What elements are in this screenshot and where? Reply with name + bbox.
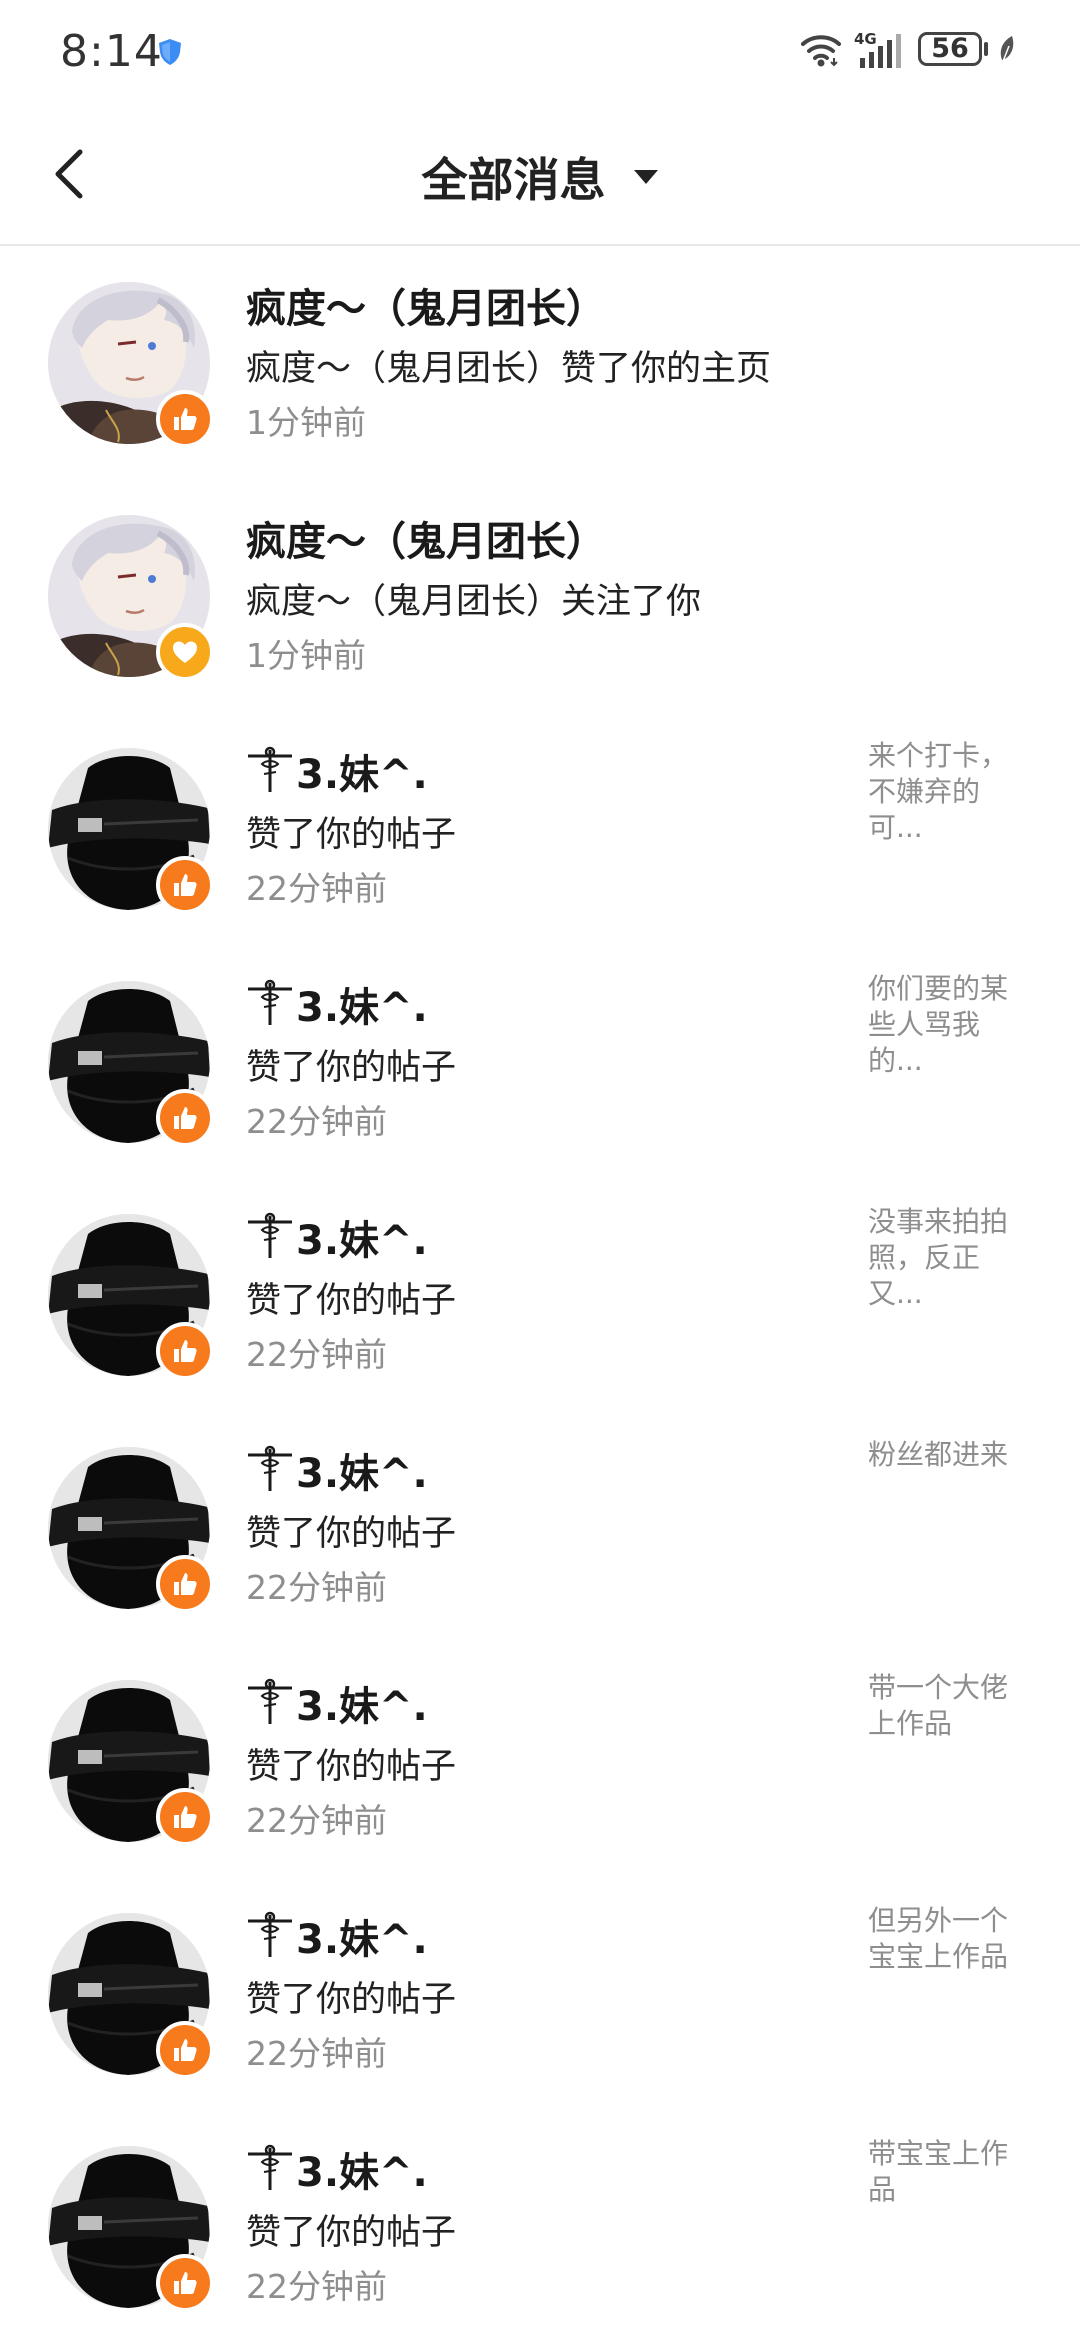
like-icon (174, 1340, 197, 1362)
user-name-text: 疯度～（鬼月团长） (246, 519, 606, 565)
notification-item[interactable]: 疯度～（鬼月团长） 疯度～（鬼月团长）赞了你的主页 1分钟前 (0, 246, 1080, 479)
like-icon (174, 1573, 197, 1595)
like-icon (174, 2272, 197, 2294)
notification-action: 赞了你的帖子 (246, 1980, 457, 2020)
user-name: 3.妹^. (246, 1208, 428, 1266)
like-icon (174, 2039, 197, 2061)
name-symbol-icon (248, 1212, 292, 1258)
notification-time: 22分钟前 (246, 1568, 387, 1607)
notification-action: 疯度～（鬼月团长）关注了你 (246, 582, 702, 622)
post-preview[interactable]: 没事来拍拍照，反正又... (868, 1204, 1030, 1312)
user-name: 3.妹^. (246, 1674, 428, 1732)
notification-action: 赞了你的帖子 (246, 815, 457, 855)
user-name: 3.妹^. (246, 2140, 428, 2198)
notification-time: 22分钟前 (246, 1801, 387, 1840)
wifi-icon (801, 35, 841, 67)
notification-item[interactable]: 3.妹^. 赞了你的帖子 22分钟前 但另外一个宝宝上作品 (0, 1877, 1080, 2110)
heart-icon (173, 641, 197, 663)
notification-item[interactable]: 3.妹^. 赞了你的帖子 22分钟前 没事来拍拍照，反正又... (0, 1178, 1080, 1411)
page-title: 全部消息 (421, 153, 606, 207)
like-thumb-badge (156, 1322, 214, 1380)
notification-action: 疯度～（鬼月团长）赞了你的主页 (246, 349, 772, 389)
notification-action: 赞了你的帖子 (246, 2213, 457, 2253)
name-symbol-icon (248, 1445, 292, 1491)
like-thumb-badge (156, 1555, 214, 1613)
notification-item[interactable]: 疯度～（鬼月团长） 疯度～（鬼月团长）关注了你 1分钟前 (0, 479, 1080, 712)
notification-action: 赞了你的帖子 (246, 1048, 457, 1088)
like-thumb-badge (156, 2254, 214, 2312)
post-preview[interactable]: 带一个大佬上作品 (868, 1670, 1030, 1742)
leaf-icon (1000, 36, 1014, 65)
like-thumb-badge (156, 1089, 214, 1147)
user-name-text: 3.妹^. (296, 1917, 428, 1963)
notification-time: 22分钟前 (246, 1102, 387, 1141)
user-name: 疯度～（鬼月团长） (246, 509, 606, 567)
like-thumb-badge (156, 1788, 214, 1846)
user-name-text: 3.妹^. (296, 2150, 428, 2196)
message-filter-dropdown[interactable]: 全部消息 (0, 144, 1080, 210)
status-bar: 8:14 4G 56 (0, 0, 1080, 104)
nav-bar: 全部消息 (0, 104, 1080, 246)
user-name: 3.妹^. (246, 742, 428, 800)
like-thumb-badge (156, 390, 214, 448)
notification-item[interactable]: 3.妹^. 赞了你的帖子 22分钟前 带宝宝上作品 (0, 2110, 1080, 2343)
notification-time: 22分钟前 (246, 2267, 387, 2306)
user-name: 3.妹^. (246, 975, 428, 1033)
notification-list: 疯度～（鬼月团长） 疯度～（鬼月团长）赞了你的主页 1分钟前 疯度～（鬼月团长）… (0, 246, 1080, 2343)
like-icon (174, 1107, 197, 1129)
user-name-text: 3.妹^. (296, 1451, 428, 1497)
post-preview[interactable]: 但另外一个宝宝上作品 (868, 1903, 1030, 1975)
notification-item[interactable]: 3.妹^. 赞了你的帖子 22分钟前 你们要的某些人骂我的... (0, 945, 1080, 1178)
notification-time: 22分钟前 (246, 1335, 387, 1374)
follow-heart-badge (156, 623, 214, 681)
user-name-text: 3.妹^. (296, 752, 428, 798)
user-name-text: 3.妹^. (296, 1684, 428, 1730)
caret-down-icon (633, 170, 658, 184)
name-symbol-icon (248, 2144, 292, 2190)
notification-action: 赞了你的帖子 (246, 1514, 457, 1554)
user-name-text: 3.妹^. (296, 1218, 428, 1264)
notification-time: 1分钟前 (246, 636, 366, 675)
like-icon (174, 874, 197, 896)
user-name: 疯度～（鬼月团长） (246, 276, 606, 334)
like-thumb-badge (156, 856, 214, 914)
name-symbol-icon (248, 746, 292, 792)
post-preview[interactable]: 粉丝都进来 (868, 1437, 1030, 1473)
user-name: 3.妹^. (246, 1907, 428, 1965)
status-time: 8:14 (60, 26, 163, 77)
shield-icon (159, 39, 181, 65)
like-icon (174, 1806, 197, 1828)
user-name-text: 3.妹^. (296, 985, 428, 1031)
notification-item[interactable]: 3.妹^. 赞了你的帖子 22分钟前 来个打卡，不嫌弃的可... (0, 712, 1080, 945)
notification-action: 赞了你的帖子 (246, 1747, 457, 1787)
like-icon (174, 408, 197, 430)
name-symbol-icon (248, 1911, 292, 1957)
notification-item[interactable]: 3.妹^. 赞了你的帖子 22分钟前 带一个大佬上作品 (0, 1644, 1080, 1877)
notification-action: 赞了你的帖子 (246, 1281, 457, 1321)
post-preview[interactable]: 来个打卡，不嫌弃的可... (868, 738, 1030, 846)
battery-tip (984, 42, 988, 56)
notification-item[interactable]: 3.妹^. 赞了你的帖子 22分钟前 粉丝都进来 (0, 1411, 1080, 1644)
user-name-text: 疯度～（鬼月团长） (246, 286, 606, 332)
user-name: 3.妹^. (246, 1441, 428, 1499)
post-preview[interactable]: 带宝宝上作品 (868, 2136, 1030, 2208)
notification-time: 1分钟前 (246, 403, 366, 442)
battery-indicator: 56 (918, 32, 982, 66)
name-symbol-icon (248, 979, 292, 1025)
notification-time: 22分钟前 (246, 869, 387, 908)
notification-time: 22分钟前 (246, 2034, 387, 2073)
signal-icon (860, 34, 901, 68)
post-preview[interactable]: 你们要的某些人骂我的... (868, 971, 1030, 1079)
like-thumb-badge (156, 2021, 214, 2079)
name-symbol-icon (248, 1678, 292, 1724)
